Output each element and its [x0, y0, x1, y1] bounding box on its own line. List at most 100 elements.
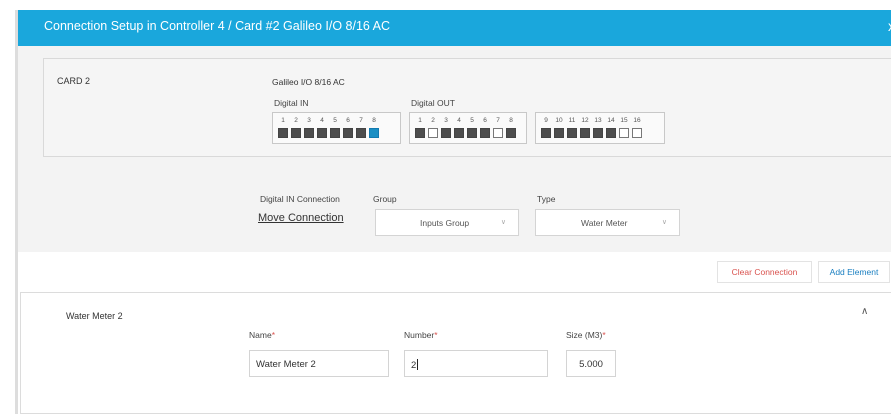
port[interactable]: 15 — [618, 115, 630, 138]
digital-in-ports: 1 2 3 4 5 6 7 8 — [272, 112, 401, 144]
port-indicator — [593, 128, 603, 138]
group-select[interactable]: Inputs Group ∨ — [375, 209, 519, 236]
port[interactable]: 10 — [553, 115, 565, 138]
port[interactable]: 8 — [368, 115, 380, 138]
required-marker: * — [434, 330, 438, 340]
port-number: 14 — [607, 117, 615, 124]
port-number: 6 — [346, 117, 350, 124]
card-model: Galileo I/O 8/16 AC — [272, 77, 345, 87]
port-indicator — [441, 128, 451, 138]
port[interactable]: 16 — [631, 115, 643, 138]
group-select-value: Inputs Group — [420, 218, 470, 228]
port-indicator — [304, 128, 314, 138]
port[interactable]: 5 — [329, 115, 341, 138]
digital-in-label: Digital IN — [274, 98, 309, 108]
size-input[interactable]: 5.000 — [566, 350, 616, 377]
port-number: 6 — [483, 117, 487, 124]
port-number: 12 — [581, 117, 589, 124]
port-indicator — [632, 128, 642, 138]
port-indicator — [369, 128, 379, 138]
digital-out-ports-group-b: 9 10 11 12 13 14 15 16 — [535, 112, 665, 144]
port-number: 13 — [594, 117, 602, 124]
name-label: Name* — [249, 330, 275, 340]
port-indicator — [506, 128, 516, 138]
chevron-down-icon: ∨ — [500, 219, 506, 226]
port[interactable]: 2 — [290, 115, 302, 138]
port[interactable]: 7 — [492, 115, 504, 138]
chevron-up-icon[interactable]: ∧ — [861, 306, 868, 317]
port[interactable]: 1 — [277, 115, 289, 138]
port-indicator — [467, 128, 477, 138]
port-number: 7 — [496, 117, 500, 124]
port-number: 1 — [418, 117, 422, 124]
card-label: CARD 2 — [57, 76, 91, 86]
port-number: 2 — [294, 117, 298, 124]
port[interactable]: 1 — [414, 115, 426, 138]
port[interactable]: 3 — [303, 115, 315, 138]
port-number: 8 — [509, 117, 513, 124]
port[interactable]: 9 — [540, 115, 552, 138]
port-indicator — [480, 128, 490, 138]
port-number: 15 — [620, 117, 628, 124]
port-number: 8 — [372, 117, 376, 124]
port[interactable]: 5 — [466, 115, 478, 138]
modal-title: Connection Setup in Controller 4 / Card … — [44, 19, 391, 33]
port-number: 2 — [431, 117, 435, 124]
port[interactable]: 8 — [505, 115, 517, 138]
port-number: 4 — [457, 117, 461, 124]
size-label: Size (M3)* — [566, 330, 606, 340]
port[interactable]: 7 — [355, 115, 367, 138]
port[interactable]: 12 — [579, 115, 591, 138]
port-number: 11 — [568, 117, 576, 124]
port-number: 3 — [307, 117, 311, 124]
name-input[interactable]: Water Meter 2 — [249, 350, 389, 377]
number-input[interactable]: 2 — [404, 350, 548, 377]
port-number: 16 — [633, 117, 641, 124]
chevron-down-icon: ∨ — [661, 219, 667, 226]
port-number: 9 — [544, 117, 548, 124]
port-indicator — [428, 128, 438, 138]
port-number: 4 — [320, 117, 324, 124]
port-indicator — [415, 128, 425, 138]
port[interactable]: 13 — [592, 115, 604, 138]
port-indicator — [343, 128, 353, 138]
port-number: 3 — [444, 117, 448, 124]
port-indicator — [606, 128, 616, 138]
text-cursor — [417, 359, 419, 370]
type-select[interactable]: Water Meter ∨ — [535, 209, 680, 236]
port-number: 5 — [470, 117, 474, 124]
port-indicator — [619, 128, 629, 138]
port-indicator — [356, 128, 366, 138]
port-indicator — [554, 128, 564, 138]
clear-connection-button[interactable]: Clear Connection — [717, 261, 812, 283]
add-element-button[interactable]: Add Element — [818, 261, 890, 283]
port-indicator — [493, 128, 503, 138]
port-number: 1 — [281, 117, 285, 124]
port[interactable]: 6 — [342, 115, 354, 138]
port-indicator — [454, 128, 464, 138]
port[interactable]: 3 — [440, 115, 452, 138]
port-number: 10 — [555, 117, 563, 124]
port[interactable]: 6 — [479, 115, 491, 138]
number-label: Number* — [404, 330, 438, 340]
port[interactable]: 2 — [427, 115, 439, 138]
group-label: Group — [373, 194, 397, 204]
type-select-value: Water Meter — [581, 218, 628, 228]
digital-in-connection-label: Digital IN Connection — [260, 194, 340, 204]
type-label: Type — [537, 194, 556, 204]
port-indicator — [278, 128, 288, 138]
modal-header: Connection Setup in Controller 4 / Card … — [18, 10, 891, 46]
port-number: 5 — [333, 117, 337, 124]
port[interactable]: 11 — [566, 115, 578, 138]
port[interactable]: 4 — [453, 115, 465, 138]
element-title: Water Meter 2 — [66, 311, 123, 321]
digital-out-label: Digital OUT — [411, 98, 455, 108]
port-indicator — [580, 128, 590, 138]
move-connection-link[interactable]: Move Connection — [258, 212, 344, 224]
port[interactable]: 4 — [316, 115, 328, 138]
port[interactable]: 14 — [605, 115, 617, 138]
port-indicator — [291, 128, 301, 138]
required-marker: * — [271, 330, 275, 340]
port-indicator — [317, 128, 327, 138]
port-indicator — [567, 128, 577, 138]
